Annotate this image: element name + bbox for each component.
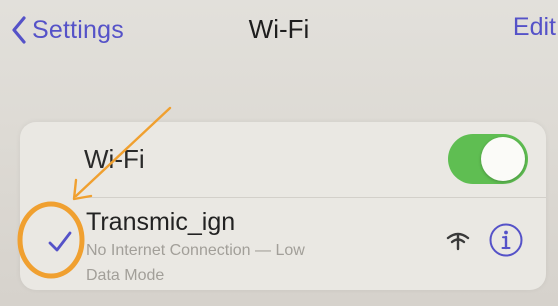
navigation-bar: Settings Wi-Fi Edit [0,0,558,62]
page-title: Wi-Fi [248,14,310,44]
info-icon[interactable] [488,222,524,258]
wifi-toggle-row: Wi-Fi [20,122,546,196]
checkmark-icon [46,228,74,256]
network-row-transmic[interactable]: Transmic_ign No Internet Connection — Lo… [20,198,546,290]
wifi-settings-card: Wi-Fi Transmic_ign No Internet Connectio… [20,122,546,290]
toggle-knob [481,137,525,181]
network-name: Transmic_ign [86,208,236,236]
edit-button[interactable]: Edit [513,13,556,42]
wifi-no-internet-icon [446,230,470,252]
wifi-toggle-switch[interactable] [448,134,528,184]
network-status-line1: No Internet Connection — Low [86,242,305,259]
network-status: No Internet Connection — Low Data Mode [86,238,376,288]
wifi-toggle-label: Wi-Fi [84,144,145,174]
network-status-line2: Data Mode [86,267,165,284]
